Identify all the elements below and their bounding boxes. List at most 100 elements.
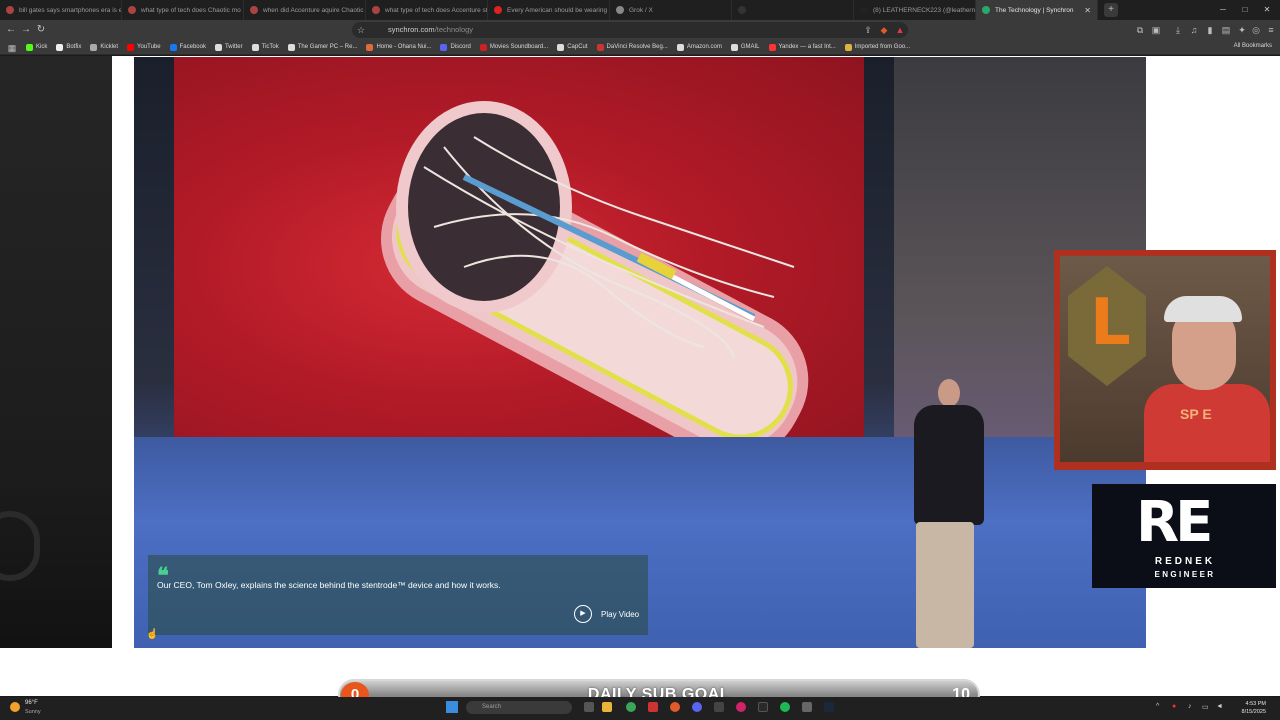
sidebar-icon[interactable]: ▮: [1204, 24, 1216, 36]
browser-tab[interactable]: when did Accenture aquire Chaotic: [244, 0, 366, 20]
terminal-icon[interactable]: [758, 702, 768, 712]
bookmark-favicon-icon: [26, 43, 33, 51]
share-icon[interactable]: ⇪: [862, 24, 874, 36]
speaker-head: [938, 379, 960, 407]
all-bookmarks-button[interactable]: All Bookmarks: [1234, 43, 1272, 49]
bookmark-favicon-icon: [127, 43, 135, 51]
bookmark-favicon-icon: [287, 43, 295, 51]
new-tab-button[interactable]: +: [1104, 3, 1118, 17]
bookmark-item[interactable]: Discord: [440, 43, 471, 51]
browser-tab[interactable]: bill gates says smartphones era is e: [0, 0, 122, 20]
file-explorer-icon[interactable]: [602, 702, 612, 712]
bookmark-favicon-icon: [251, 43, 259, 51]
tab-title: what type of tech does Accenture st: [385, 6, 488, 14]
bookmark-favicon-icon: [768, 43, 776, 51]
volume-icon[interactable]: ◄: [1216, 703, 1223, 710]
play-video-button[interactable]: ▶ Play Video: [574, 605, 639, 623]
bookmark-favicon-icon: [440, 43, 448, 51]
windows-start-icon[interactable]: [446, 701, 458, 713]
browser-tab[interactable]: Every American should be wearing a: [488, 0, 610, 20]
reader-icon[interactable]: ▣: [1150, 24, 1162, 36]
music-icon[interactable]: ♫: [1188, 24, 1200, 36]
bookmark-item[interactable]: The Gamer PC – Re...: [287, 43, 357, 51]
tray-overflow-icon[interactable]: ^: [1156, 703, 1159, 710]
clock-time: 4:53 PM: [1245, 701, 1266, 707]
browser-tab[interactable]: [732, 0, 854, 20]
apps-grid-icon[interactable]: ▦: [6, 42, 18, 54]
bookmark-label: Kicklet: [100, 44, 119, 50]
streamer-shirt: [1144, 384, 1270, 462]
brave-icon[interactable]: [670, 702, 680, 712]
taskbar-clock[interactable]: 4:53 PM 8/15/2025: [1230, 700, 1266, 716]
tab-favicon-icon: [738, 6, 746, 14]
reload-button[interactable]: ↻: [34, 23, 48, 37]
browser-tab[interactable]: what type of tech does Accenture st: [366, 0, 488, 20]
bookmark-favicon-icon: [169, 43, 177, 51]
video-player[interactable]: ❝ Our CEO, Tom Oxley, explains the scien…: [134, 57, 1146, 648]
browser-tab[interactable]: what type of tech does Chaotic mo: [122, 0, 244, 20]
bookmark-star-icon[interactable]: ☆: [355, 24, 367, 36]
back-button[interactable]: ←: [4, 23, 18, 37]
bookmark-item[interactable]: Imported from Goo...: [844, 43, 910, 51]
app-icon-pink[interactable]: [736, 702, 746, 712]
bookmark-label: YouTube: [137, 44, 161, 50]
bookmark-item[interactable]: Facebook: [169, 43, 206, 51]
bookmark-item[interactable]: Home - Ohana Nui...: [366, 43, 431, 51]
download-icon[interactable]: ⤓: [1172, 24, 1184, 36]
leo-icon[interactable]: ✦: [1236, 24, 1248, 36]
close-tab-icon[interactable]: ✕: [1084, 6, 1091, 15]
tray-app-icon[interactable]: ●: [1172, 703, 1176, 710]
wallet-icon[interactable]: ▤: [1220, 24, 1232, 36]
forward-button[interactable]: →: [19, 23, 33, 37]
bookmark-item[interactable]: YouTube: [127, 43, 161, 51]
bookmark-item[interactable]: CapCut: [557, 43, 588, 51]
tab-favicon-icon: [982, 6, 990, 14]
bookmark-item[interactable]: TicTok: [251, 43, 279, 51]
left-camera-panel: [0, 56, 112, 648]
bookmark-item[interactable]: Twitter: [214, 43, 243, 51]
stentrode-artery-illustration: [381, 101, 809, 460]
network-icon[interactable]: ▭: [1202, 703, 1209, 711]
obs-icon[interactable]: [714, 702, 724, 712]
tab-title: what type of tech does Chaotic mo: [141, 6, 241, 14]
taskbar-search[interactable]: Search: [466, 701, 572, 714]
minimize-button[interactable]: ─: [1212, 0, 1234, 20]
browser-tab[interactable]: (8) LEATHERNECK223 (@leatherneck: [854, 0, 976, 20]
app-icon-red[interactable]: [648, 702, 658, 712]
bookmark-favicon-icon: [56, 43, 64, 51]
logo-word-rednek: REDNEK: [1154, 556, 1216, 567]
tab-title: Every American should be wearing a: [507, 6, 610, 14]
chrome-icon[interactable]: [626, 702, 636, 712]
bookmark-item[interactable]: DaVinci Resolve Beg...: [596, 43, 668, 51]
maximize-button[interactable]: □: [1234, 0, 1256, 20]
bookmark-item[interactable]: Botfix: [56, 43, 81, 51]
bookmark-item[interactable]: Movies Soundboard...: [479, 43, 548, 51]
extensions-icon[interactable]: ⧉: [1134, 24, 1146, 36]
quote-card: ❝ Our CEO, Tom Oxley, explains the scien…: [148, 555, 648, 635]
menu-icon[interactable]: ≡: [1265, 24, 1277, 36]
bookmark-item[interactable]: Amazon.com: [676, 43, 722, 51]
bookmark-item[interactable]: Yandex — a fast Int...: [768, 43, 836, 51]
app-icon-gray[interactable]: [802, 702, 812, 712]
spotify-icon[interactable]: [780, 702, 790, 712]
bookmark-favicon-icon: [844, 43, 852, 51]
browser-tab[interactable]: Grok / X: [610, 0, 732, 20]
task-view-icon[interactable]: [584, 702, 594, 712]
speaker-torso: [914, 405, 984, 525]
url-domain: synchron.com: [388, 25, 435, 34]
microphone-icon[interactable]: ♪: [1188, 703, 1192, 710]
steam-icon[interactable]: [824, 702, 834, 712]
bookmark-favicon-icon: [90, 43, 98, 51]
tab-favicon-icon: [372, 6, 380, 14]
browser-tab[interactable]: The Technology | Synchron ✕: [976, 0, 1098, 20]
bookmark-item[interactable]: Kick: [26, 43, 47, 51]
bookmark-item[interactable]: Kicklet: [90, 43, 119, 51]
bookmark-item[interactable]: GMAIL: [730, 43, 760, 51]
vpn-icon[interactable]: ◎: [1250, 24, 1262, 36]
close-window-button[interactable]: ✕: [1256, 0, 1278, 20]
bookmark-favicon-icon: [214, 43, 222, 51]
rewards-icon[interactable]: ▲: [894, 24, 906, 36]
address-bar[interactable]: synchron.com/technology: [352, 22, 908, 38]
brave-shield-icon[interactable]: ◆: [878, 24, 890, 36]
discord-icon[interactable]: [692, 702, 702, 712]
